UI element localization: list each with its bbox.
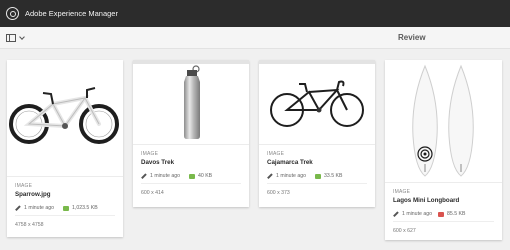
- modified-time: 1 minute ago: [150, 173, 180, 179]
- card-meta: IMAGE Cajamarca Trek 1 minute ago 33.5 K…: [259, 144, 375, 196]
- asset-thumbnail: [7, 60, 123, 176]
- app-header: Adobe Experience Manager: [0, 0, 510, 27]
- view-title: Review: [398, 33, 426, 42]
- dimensions: 600 x 373: [267, 190, 290, 196]
- rail-icon: [6, 33, 16, 42]
- card-info: 1 minute ago 40 KB: [141, 173, 241, 179]
- water-bottle-image: [133, 60, 249, 139]
- divider: [267, 183, 367, 184]
- dimensions: 4758 x 4758: [15, 222, 44, 228]
- app-title[interactable]: Adobe Experience Manager: [25, 9, 118, 18]
- thumbs-up-icon: [189, 173, 195, 179]
- card-meta: IMAGE Sparrow.jpg 1 minute ago 1,023.5 K…: [7, 176, 123, 228]
- thumbs-down-icon: [438, 211, 444, 217]
- card-info: 1 minute ago 1,023.5 KB: [15, 205, 115, 211]
- pencil-icon: [267, 173, 273, 179]
- divider: [141, 183, 241, 184]
- modified-time: 1 minute ago: [402, 211, 432, 217]
- file-size: 85.5 KB: [447, 211, 466, 217]
- asset-card-sparrow[interactable]: IMAGE Sparrow.jpg 1 minute ago 1,023.5 K…: [7, 60, 123, 237]
- card-title[interactable]: Sparrow.jpg: [15, 191, 115, 198]
- divider: [393, 221, 494, 222]
- modified-time: 1 minute ago: [24, 205, 54, 211]
- card-info: 1 minute ago 85.5 KB: [393, 211, 494, 217]
- rail-toggle-button[interactable]: [6, 33, 25, 42]
- card-context: IMAGE: [393, 189, 411, 195]
- file-size: 1,023.5 KB: [72, 205, 98, 211]
- card-title[interactable]: Davos Trek: [141, 159, 241, 166]
- road-bike-image: [259, 60, 375, 127]
- asset-thumbnail: [259, 60, 375, 144]
- modified-time: 1 minute ago: [276, 173, 306, 179]
- card-meta: IMAGE Lagos Mini Longboard 1 minute ago …: [385, 182, 502, 234]
- chevron-down-icon: [19, 33, 25, 40]
- card-title[interactable]: Cajamarca Trek: [267, 159, 367, 166]
- dimensions: 600 x 414: [141, 190, 164, 196]
- asset-card-lagos-mini-longboard[interactable]: IMAGE Lagos Mini Longboard 1 minute ago …: [385, 60, 502, 240]
- file-size: 33.5 KB: [324, 173, 343, 179]
- dimensions: 600 x 627: [393, 228, 416, 234]
- card-context: IMAGE: [267, 151, 285, 157]
- asset-card-davos-trek[interactable]: IMAGE Davos Trek 1 minute ago 40 KB 600 …: [133, 60, 249, 207]
- pencil-icon: [393, 211, 399, 217]
- pencil-icon: [15, 205, 21, 211]
- card-title[interactable]: Lagos Mini Longboard: [393, 197, 494, 204]
- action-toolbar: Review: [0, 27, 510, 49]
- aem-logo-icon[interactable]: [6, 7, 19, 20]
- asset-thumbnail: [385, 60, 502, 182]
- surfboards-image: [412, 64, 474, 177]
- asset-thumbnail: [133, 60, 249, 144]
- card-context: IMAGE: [15, 183, 33, 189]
- asset-card-cajamarca-trek[interactable]: IMAGE Cajamarca Trek 1 minute ago 33.5 K…: [259, 60, 375, 207]
- file-size: 40 KB: [198, 173, 213, 179]
- mountain-bike-image: [9, 87, 119, 144]
- thumbs-up-icon: [63, 205, 69, 211]
- card-meta: IMAGE Davos Trek 1 minute ago 40 KB 600 …: [133, 144, 249, 196]
- card-context: IMAGE: [141, 151, 159, 157]
- thumbs-up-icon: [315, 173, 321, 179]
- pencil-icon: [141, 173, 147, 179]
- divider: [15, 215, 115, 216]
- card-info: 1 minute ago 33.5 KB: [267, 173, 367, 179]
